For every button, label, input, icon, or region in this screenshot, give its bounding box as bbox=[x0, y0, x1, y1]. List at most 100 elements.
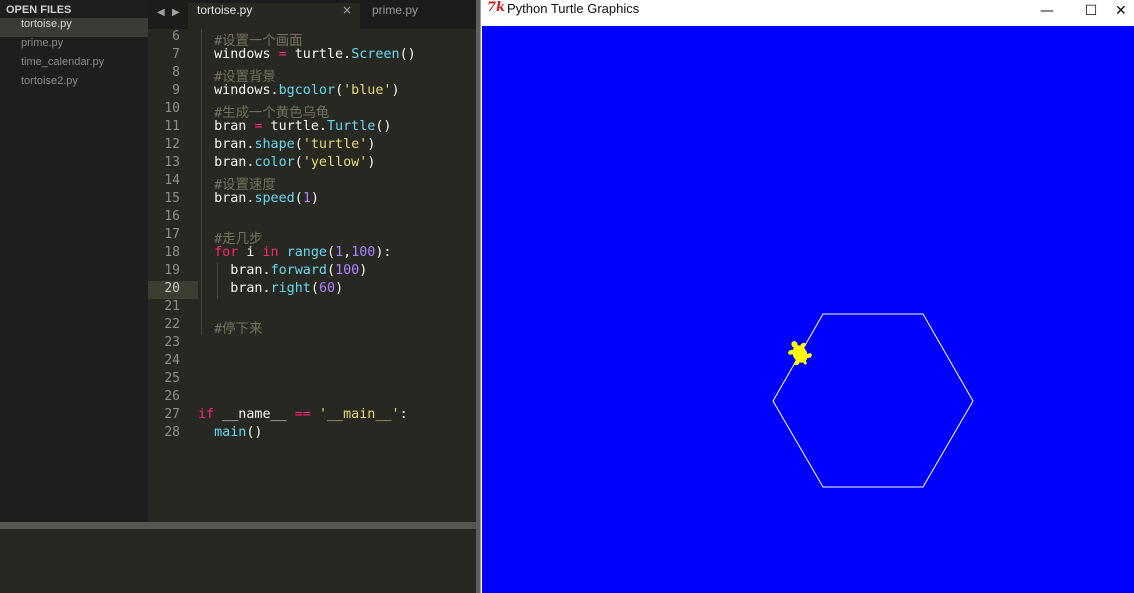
turtle-graphics-window: 7k Python Turtle Graphics — ☐ ✕ bbox=[480, 0, 1134, 593]
line-number: 17 bbox=[164, 227, 180, 242]
code-token: ( bbox=[294, 155, 303, 170]
code-token: ( bbox=[327, 263, 336, 278]
sidebar-file-time-calendar[interactable]: time_calendar.py bbox=[0, 56, 148, 75]
code-line: windows = turtle.Screen() bbox=[198, 47, 416, 65]
code-line: #设置一个画面 bbox=[198, 29, 302, 49]
code-token: bran bbox=[198, 119, 255, 134]
code-token: bran. bbox=[198, 191, 255, 206]
code-token: bran. bbox=[198, 155, 255, 170]
code-token: () bbox=[399, 47, 416, 62]
code-token: ( bbox=[327, 245, 336, 260]
sidebar-file-prime[interactable]: prime.py bbox=[0, 37, 148, 56]
code-token: 'turtle' bbox=[302, 137, 368, 152]
line-number: 21 bbox=[164, 299, 180, 314]
line-number: 7 bbox=[172, 47, 180, 62]
code-token: speed bbox=[254, 191, 295, 206]
line-number: 12 bbox=[164, 137, 180, 152]
sidebar-file-tortoise2[interactable]: tortoise2.py bbox=[0, 75, 148, 94]
code-token: ) bbox=[310, 191, 319, 206]
code-token: ( bbox=[310, 281, 319, 296]
line-number: 22 bbox=[164, 317, 180, 332]
tab-prime[interactable]: prime.py bbox=[362, 3, 476, 29]
line-number: 13 bbox=[164, 155, 180, 170]
code-token: 1 bbox=[335, 245, 344, 260]
code-token: for bbox=[214, 245, 239, 260]
line-number: 15 bbox=[164, 191, 180, 206]
sidebar: OPEN FILES tortoise.py prime.py time_cal… bbox=[0, 0, 148, 522]
code-token: ): bbox=[375, 245, 392, 260]
line-number: 16 bbox=[164, 209, 180, 224]
code-line: #走几步 bbox=[198, 227, 262, 247]
code-line: if __name__ == '__main__': bbox=[198, 407, 408, 425]
tab-label: tortoise.py bbox=[197, 3, 253, 17]
code-token: main bbox=[214, 425, 247, 440]
panel-divider[interactable] bbox=[0, 522, 476, 529]
code-token: windows bbox=[198, 47, 279, 62]
code-editor-window: OPEN FILES tortoise.py prime.py time_cal… bbox=[0, 0, 476, 593]
code-line: main() bbox=[198, 425, 263, 443]
turtle-canvas[interactable] bbox=[482, 26, 1134, 593]
title-bar[interactable]: 7k Python Turtle Graphics — ☐ ✕ bbox=[481, 0, 1134, 25]
code-token: if bbox=[198, 407, 215, 422]
code-token: __name__ bbox=[214, 407, 295, 422]
code-token: == bbox=[294, 407, 311, 422]
code-area[interactable]: #设置一个画面 windows = turtle.Screen() #设置背景 … bbox=[198, 29, 476, 522]
code-token: : bbox=[399, 407, 408, 422]
line-number: 26 bbox=[164, 389, 180, 404]
code-token: turtle. bbox=[262, 119, 327, 134]
line-number: 9 bbox=[172, 83, 180, 98]
code-token: 'yellow' bbox=[302, 155, 368, 170]
code-token: bgcolor bbox=[278, 83, 336, 98]
code-token: '__main__' bbox=[318, 407, 400, 422]
code-token: shape bbox=[254, 137, 295, 152]
code-line: bran = turtle.Turtle() bbox=[198, 119, 391, 137]
tab-tortoise[interactable]: tortoise.py × bbox=[188, 3, 360, 29]
code-line: bran.forward(100) bbox=[198, 263, 367, 281]
tab-prev-icon[interactable]: ◀ bbox=[157, 7, 165, 18]
console-panel[interactable] bbox=[0, 529, 476, 593]
code-line: bran.right(60) bbox=[198, 281, 343, 299]
line-number: 11 bbox=[164, 119, 180, 134]
line-number: 23 bbox=[164, 335, 180, 350]
minimize-icon[interactable]: — bbox=[1027, 0, 1067, 22]
line-number: 25 bbox=[164, 371, 180, 386]
code-token: ( bbox=[294, 137, 303, 152]
tab-next-icon[interactable]: ▶ bbox=[172, 7, 180, 18]
code-token: Turtle bbox=[327, 119, 376, 134]
code-token: ) bbox=[367, 137, 376, 152]
code-token: i bbox=[238, 245, 263, 260]
code-token: ) bbox=[391, 83, 400, 98]
code-token: bran. bbox=[198, 263, 271, 278]
code-token: ( bbox=[335, 83, 344, 98]
sidebar-file-tortoise[interactable]: tortoise.py bbox=[0, 18, 148, 37]
maximize-icon[interactable]: ☐ bbox=[1071, 0, 1111, 22]
code-token: 100 bbox=[335, 263, 360, 278]
tab-bar: ◀ ▶ tortoise.py × prime.py bbox=[148, 0, 476, 29]
code-line: bran.speed(1) bbox=[198, 191, 319, 209]
tab-label: prime.py bbox=[372, 3, 419, 17]
hexagon-path bbox=[772, 313, 974, 488]
code-token: , bbox=[343, 245, 352, 260]
code-line: windows.bgcolor('blue') bbox=[198, 83, 400, 101]
code-token: 100 bbox=[351, 245, 376, 260]
turtle-icon bbox=[788, 341, 812, 366]
code-token: 60 bbox=[318, 281, 336, 296]
code-line: bran.color('yellow') bbox=[198, 155, 375, 173]
code-token: ) bbox=[367, 155, 376, 170]
line-number: 19 bbox=[164, 263, 180, 278]
code-line: bran.shape('turtle') bbox=[198, 137, 375, 155]
code-line: for i in range(1,100): bbox=[198, 245, 392, 263]
code-line: #停下来 bbox=[198, 317, 262, 337]
sidebar-header: OPEN FILES bbox=[6, 4, 72, 16]
code-token: () bbox=[246, 425, 263, 440]
code-token: windows. bbox=[198, 83, 279, 98]
code-token: in bbox=[262, 245, 279, 260]
line-number: 18 bbox=[164, 245, 180, 260]
code-token: bran. bbox=[198, 137, 255, 152]
close-icon[interactable]: × bbox=[342, 3, 352, 17]
code-token: forward bbox=[270, 263, 327, 278]
close-window-icon[interactable]: ✕ bbox=[1115, 0, 1134, 22]
